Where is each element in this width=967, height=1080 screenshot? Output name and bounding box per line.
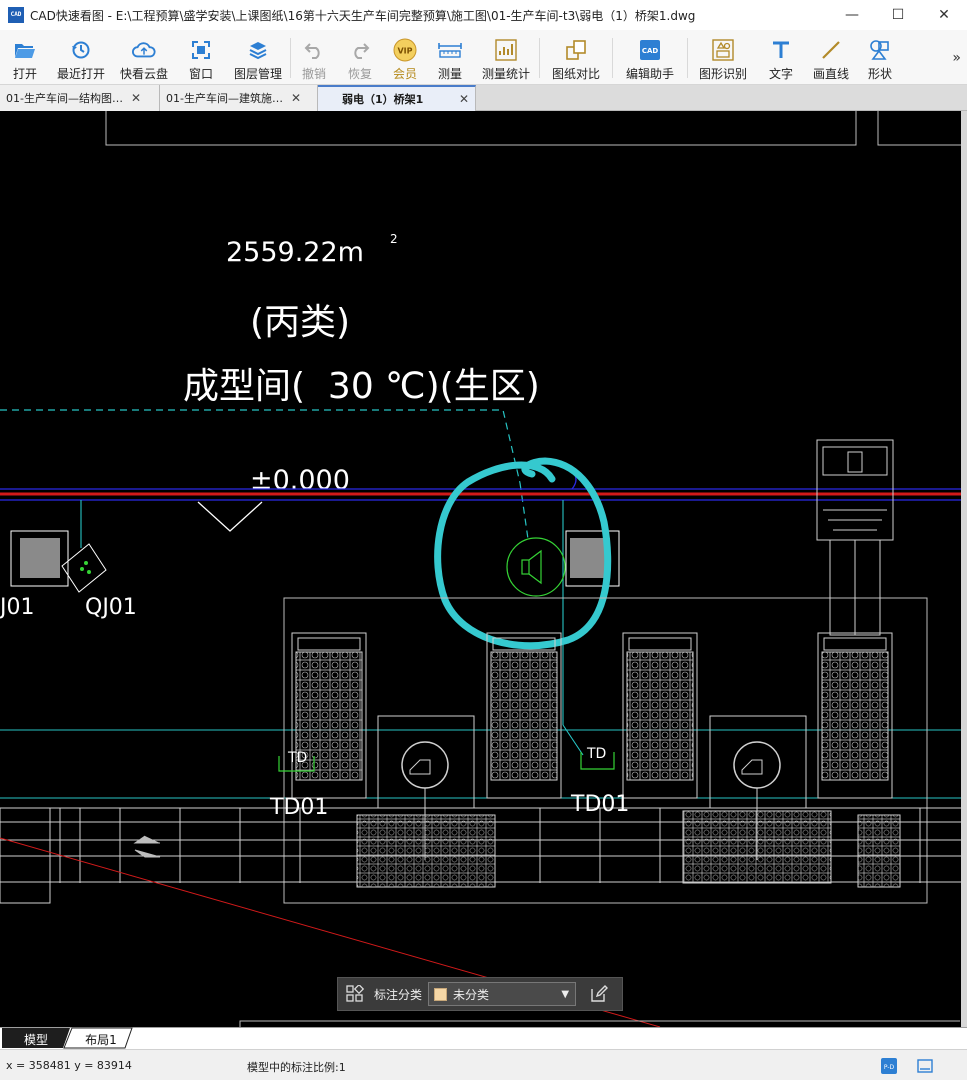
grid-menu-icon[interactable] — [342, 981, 368, 1007]
td01-label-2: TD01 — [570, 792, 629, 817]
window-icon — [189, 38, 213, 62]
chevron-down-icon: ▼ — [561, 988, 570, 1000]
app-logo-icon: CAD — [8, 7, 24, 23]
dashed-conduit-drop — [519, 482, 529, 540]
annotation-scale-text: 模型中的标注比例:1 — [247, 1061, 346, 1074]
stats-icon — [494, 38, 518, 62]
recent-button[interactable]: 最近打开 — [50, 30, 112, 85]
maximize-button[interactable]: ☐ — [875, 0, 921, 30]
rack-2 — [486, 632, 562, 799]
annotation-class-select[interactable]: 未分类 ▼ — [428, 982, 577, 1006]
area-superscript: 2 — [390, 232, 398, 246]
text-icon — [769, 38, 793, 62]
vip-button[interactable]: VIP 会员 — [383, 30, 427, 85]
folder-open-icon — [13, 38, 37, 62]
rack-3 — [622, 632, 698, 799]
rack-4 — [817, 632, 893, 799]
layers-icon — [246, 38, 270, 62]
shape-recognition-icon — [711, 38, 735, 62]
class-color-swatch — [434, 987, 448, 1001]
text-button[interactable]: 文字 — [758, 30, 804, 85]
tab-label: 弱电（1）桥架1 — [342, 93, 424, 106]
tab-layout1[interactable]: 布局1 — [76, 1030, 126, 1048]
room-name-label: 成型间( 30 ℃)(生区) — [183, 366, 540, 407]
status-bar: x = 358481 y = 83914 模型中的标注比例:1 P-D — [0, 1049, 967, 1080]
td-label-1: TD — [287, 750, 307, 766]
cloud-button[interactable]: 快看云盘 — [112, 30, 176, 85]
equipment-box-left — [10, 530, 69, 587]
edit-cad-icon: CAD — [638, 38, 662, 62]
svg-text:P-D: P-D — [884, 1064, 895, 1071]
top-wall-outline — [105, 111, 961, 146]
edit-helper-button[interactable]: CAD 编辑助手 — [613, 30, 687, 85]
vertical-scrollbar[interactable] — [961, 111, 967, 1027]
cloud-icon — [132, 38, 156, 62]
title-bar: CAD CAD快速看图 - E:\工程预算\盛学安装\上课图纸\16第十六天生产… — [0, 0, 967, 30]
tab-architecture-drawing[interactable]: 01-生产车间—建筑施… ✕ — [160, 85, 318, 111]
annotation-class-value: 未分类 — [453, 987, 490, 1002]
compare-button[interactable]: 图纸对比 — [540, 30, 612, 85]
measure-stats-button[interactable]: 测量统计 — [473, 30, 539, 85]
shapes-icon — [868, 38, 892, 62]
toolbar-more-button[interactable]: » — [952, 50, 961, 66]
drawing-svg: 2559.22m 2 (丙类) 成型间( 30 ℃)(生区) ±0.000 J0… — [0, 111, 961, 1027]
tab-close-icon[interactable]: ✕ — [131, 91, 141, 105]
measure-button[interactable]: 测量 — [427, 30, 473, 85]
qj01-device — [61, 543, 107, 593]
close-button[interactable]: ✕ — [921, 0, 967, 30]
layout-tabs: 模型 布局1 — [0, 1027, 967, 1049]
redo-button[interactable]: 恢复 — [337, 30, 383, 85]
qj01-label: QJ01 — [85, 595, 137, 620]
annotation-class-bar: 标注分类 未分类 ▼ — [337, 977, 623, 1011]
shape-button[interactable]: 形状 — [858, 30, 902, 85]
tab-close-icon[interactable]: ✕ — [291, 91, 301, 105]
shape-recognition-button[interactable]: 图形识别 — [688, 30, 758, 85]
rack-1 — [291, 632, 367, 799]
area-label: 2559.22m — [226, 237, 364, 268]
minimize-button[interactable]: — — [829, 0, 875, 30]
main-toolbar: 打开 最近打开 快看云盘 窗口 图层管理 撤销 恢复 VIP 会员 测量 测量统… — [0, 30, 967, 85]
elevation-label: ±0.000 — [250, 465, 350, 496]
undo-button[interactable]: 撤销 — [291, 30, 337, 85]
draw-line-button[interactable]: 画直线 — [804, 30, 858, 85]
td-label-2: TD — [586, 746, 606, 762]
svg-text:VIP: VIP — [397, 47, 412, 56]
tab-close-icon[interactable]: ✕ — [459, 92, 469, 106]
qj01-left-label: J01 — [0, 595, 34, 620]
edit-annotation-icon[interactable] — [586, 981, 612, 1007]
window-controls: — ☐ ✕ — [829, 0, 967, 30]
vip-icon: VIP — [393, 38, 417, 62]
cad-canvas[interactable]: 2559.22m 2 (丙类) 成型间( 30 ℃)(生区) ±0.000 J0… — [0, 111, 961, 1027]
layers-button[interactable]: 图层管理 — [226, 30, 290, 85]
annotation-class-label: 标注分类 — [374, 987, 423, 1002]
line-icon — [819, 38, 843, 62]
machine-top-right — [816, 439, 894, 636]
conveyor-direction-arrow — [133, 835, 161, 858]
fire-class-label: (丙类) — [250, 302, 350, 343]
cyan-wiring — [0, 500, 961, 799]
tab-label: 01-生产车间—建筑施… — [166, 92, 283, 105]
td01-label-1: TD01 — [269, 795, 328, 820]
tab-structure-drawing[interactable]: 01-生产车间—结构图… ✕ — [0, 85, 160, 111]
fullscreen-icon[interactable] — [916, 1057, 934, 1075]
tab-label: 01-生产车间—结构图… — [6, 92, 123, 105]
svg-text:CAD: CAD — [642, 47, 659, 55]
redo-icon — [348, 38, 372, 62]
undo-icon — [302, 38, 326, 62]
open-button[interactable]: 打开 — [0, 30, 50, 85]
pdf-convert-icon[interactable]: P-D — [880, 1057, 898, 1075]
window-menu-button[interactable]: 窗口 — [176, 30, 226, 85]
window-title: CAD快速看图 - E:\工程预算\盛学安装\上课图纸\16第十六天生产车间完整… — [30, 8, 696, 23]
compare-icon — [564, 38, 588, 62]
tab-model[interactable]: 模型 — [12, 1030, 60, 1048]
ruler-icon — [438, 38, 462, 62]
app-window: CAD CAD快速看图 - E:\工程预算\盛学安装\上课图纸\16第十六天生产… — [0, 0, 967, 1080]
speaker-symbol — [506, 537, 566, 597]
history-icon — [69, 38, 93, 62]
document-tabs: 01-生产车间—结构图… ✕ 01-生产车间—建筑施… ✕ 弱电（1）桥架1 ✕ — [0, 85, 967, 111]
elevation-marker — [197, 501, 263, 532]
tab-weak-current-tray[interactable]: 弱电（1）桥架1 ✕ — [318, 85, 476, 111]
cursor-coordinates: x = 358481 y = 83914 — [6, 1059, 132, 1072]
